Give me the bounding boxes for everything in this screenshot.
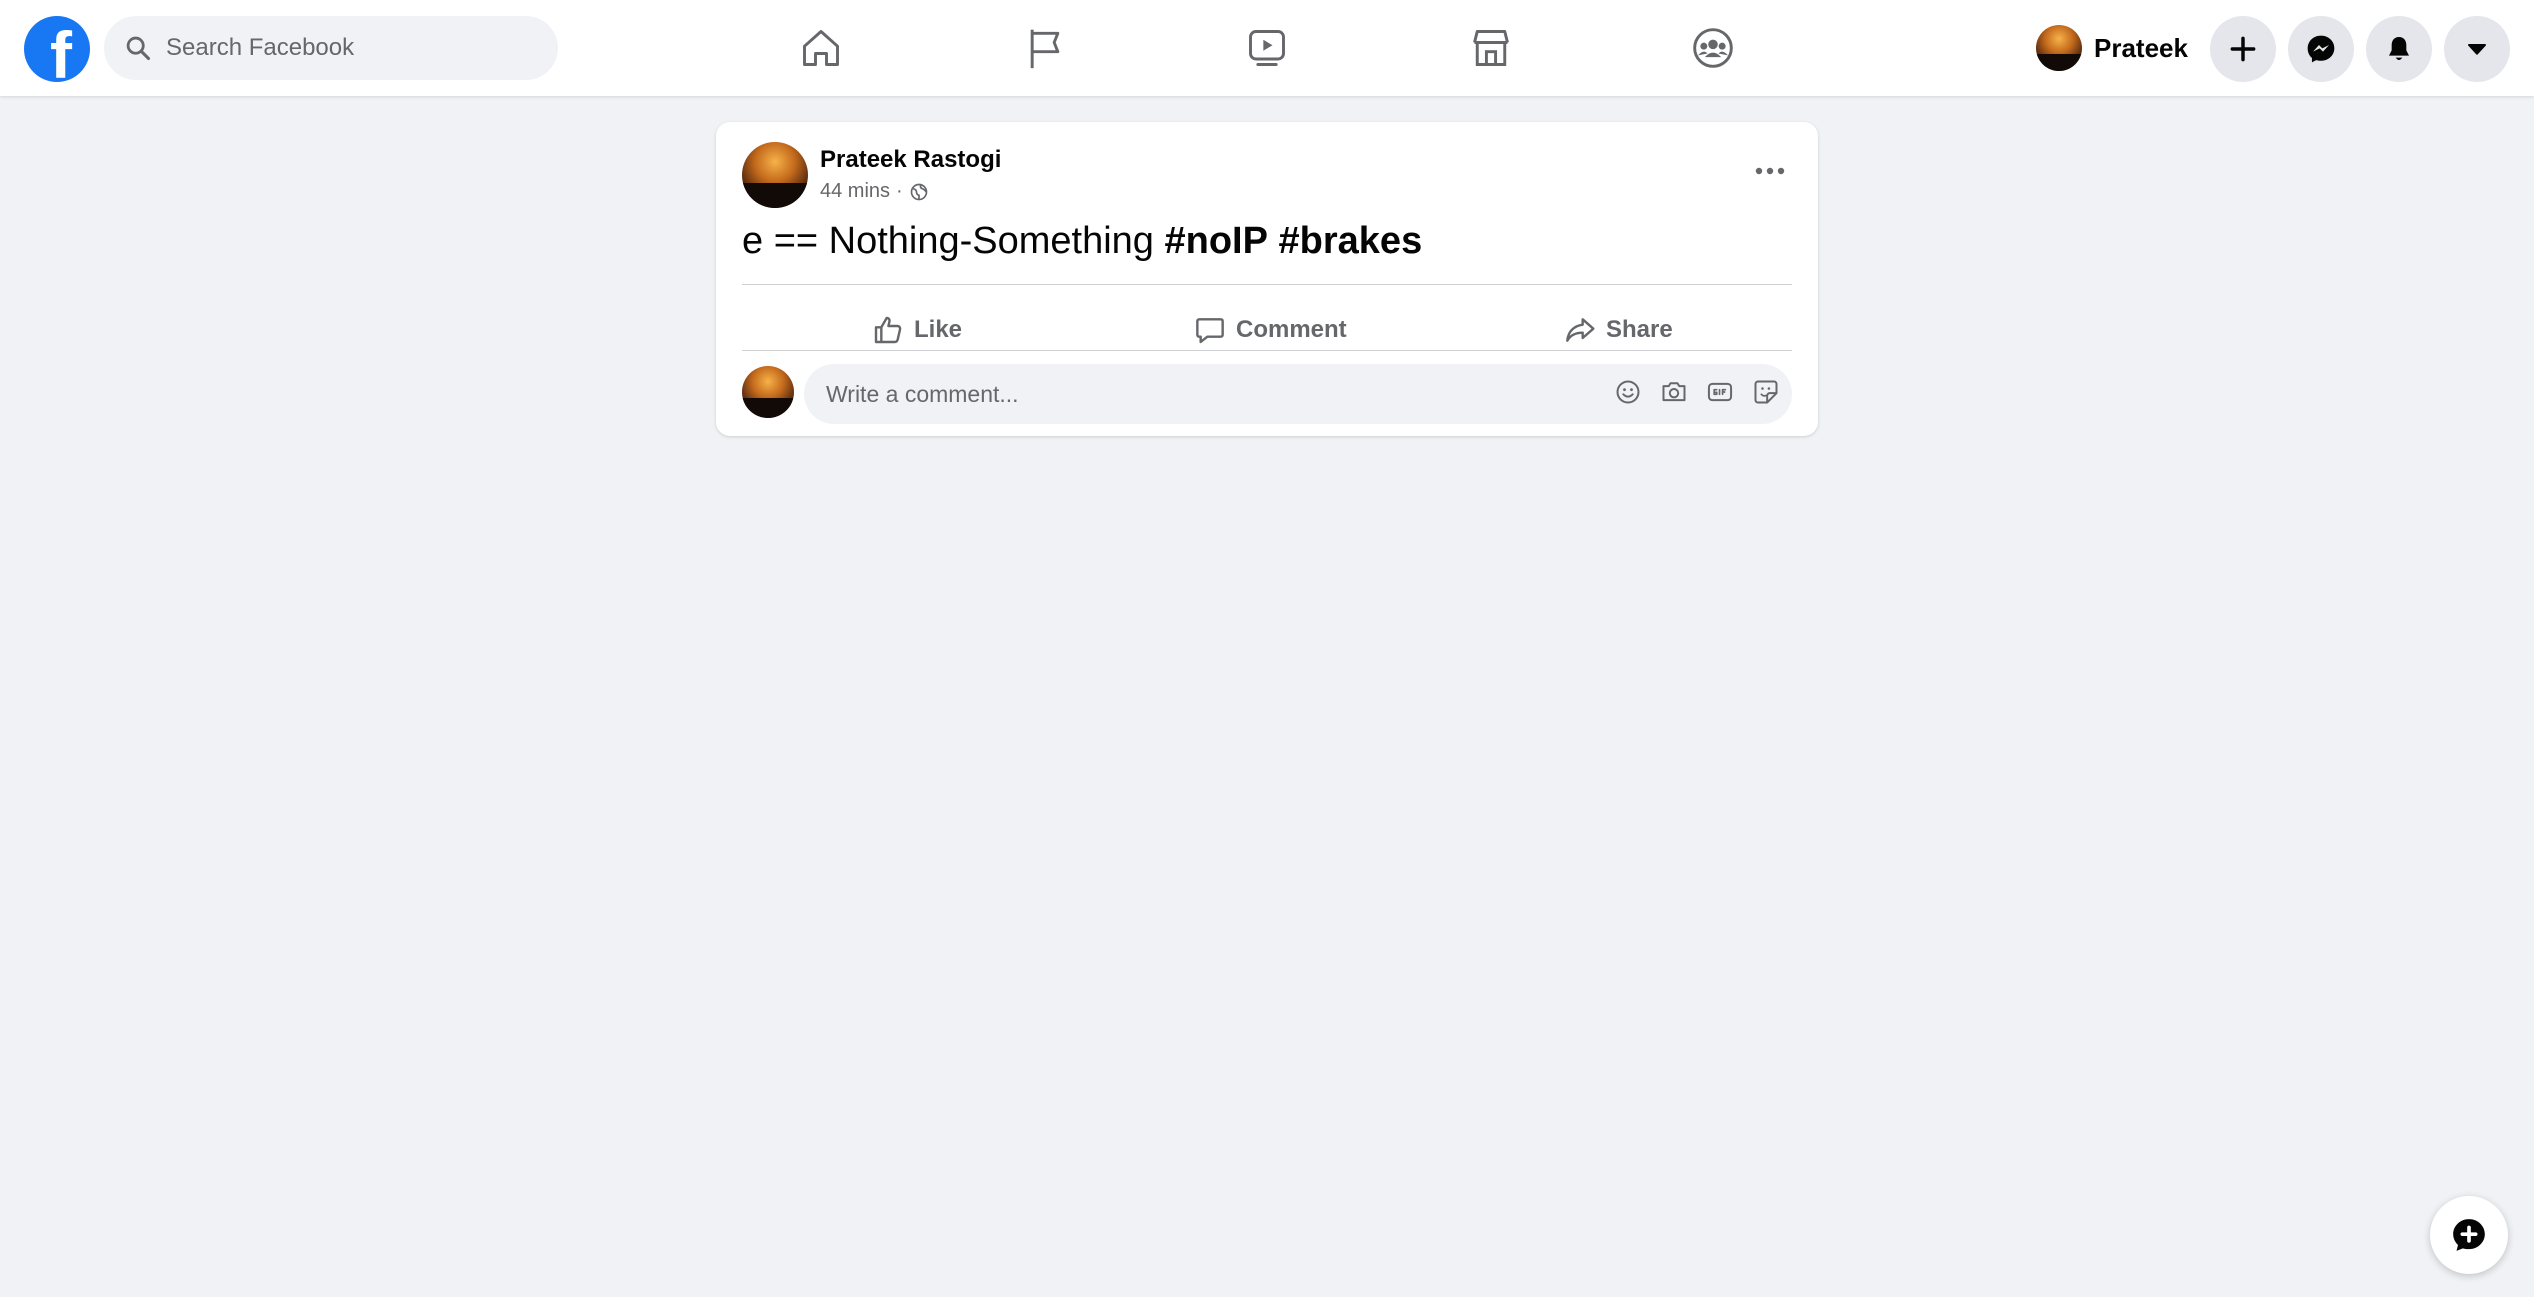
avatar xyxy=(2036,25,2082,71)
meta-separator: · xyxy=(896,180,903,202)
messenger-button[interactable] xyxy=(2288,16,2354,82)
sticker-button[interactable] xyxy=(1750,376,1782,408)
search-bar[interactable] xyxy=(104,16,558,80)
emoji-button[interactable] xyxy=(1612,376,1644,408)
post-card: Prateek Rastogi 44 mins · e == Nothing-S… xyxy=(716,122,1818,436)
sticker-icon xyxy=(1754,380,1778,404)
notifications-button[interactable] xyxy=(2366,16,2432,82)
profile-name: Prateek xyxy=(2094,32,2188,63)
nav-tab-marketplace[interactable] xyxy=(1436,18,1546,78)
post-timestamp[interactable]: 44 mins xyxy=(820,180,890,203)
nav-tab-home[interactable] xyxy=(766,18,876,78)
like-button[interactable]: Like xyxy=(872,300,962,360)
marketplace-icon xyxy=(1473,30,1509,66)
hashtag-link[interactable]: #brakes xyxy=(1279,220,1423,262)
nav-tab-pages[interactable] xyxy=(990,18,1100,78)
globe-icon xyxy=(910,183,928,200)
profile-shortcut[interactable]: Prateek xyxy=(2036,22,2188,74)
share-button[interactable]: Share xyxy=(1564,300,1673,360)
nav-tab-watch[interactable] xyxy=(1212,18,1322,78)
flag-icon xyxy=(1030,29,1060,69)
comment-icon xyxy=(1196,318,1224,344)
like-label: Like xyxy=(914,316,963,343)
camera-icon xyxy=(1662,382,1686,402)
messenger-icon xyxy=(2307,35,2335,63)
author-avatar[interactable] xyxy=(742,142,808,208)
more-options-icon xyxy=(1755,167,1785,175)
post-author[interactable]: Prateek Rastogi xyxy=(820,146,1001,174)
chevron-down-icon xyxy=(2468,44,2486,55)
post-meta: 44 mins · xyxy=(820,180,929,203)
share-icon xyxy=(1566,318,1595,342)
home-icon xyxy=(803,30,839,66)
facebook-logo[interactable]: f xyxy=(24,16,90,82)
search-icon xyxy=(126,36,151,61)
create-icon xyxy=(2230,36,2256,62)
new-message-icon xyxy=(2453,1219,2485,1251)
comment-tools xyxy=(1612,376,1782,408)
post-options-button[interactable] xyxy=(1742,146,1798,196)
watch-icon xyxy=(1249,30,1285,66)
post-text-plain: e == Nothing-Something xyxy=(742,220,1165,262)
post-text: e == Nothing-Something #noIP #brakes xyxy=(742,220,1422,263)
share-label: Share xyxy=(1606,316,1673,343)
commenter-avatar[interactable] xyxy=(742,366,794,418)
notifications-icon xyxy=(2389,37,2409,60)
comment-input[interactable] xyxy=(824,379,1568,409)
account-menu-button[interactable] xyxy=(2444,16,2510,82)
emoji-icon xyxy=(1616,380,1640,404)
divider xyxy=(742,350,1792,351)
groups-icon xyxy=(1693,28,1733,68)
comment-button[interactable]: Comment xyxy=(1194,300,1347,360)
nav-tab-groups[interactable] xyxy=(1658,18,1768,78)
comment-label: Comment xyxy=(1236,316,1347,343)
camera-button[interactable] xyxy=(1658,376,1690,408)
search-input[interactable] xyxy=(164,33,548,63)
create-button[interactable] xyxy=(2210,16,2276,82)
hashtag-link[interactable]: #noIP xyxy=(1165,220,1268,262)
comment-composer[interactable] xyxy=(804,364,1792,424)
new-message-button[interactable] xyxy=(2430,1196,2508,1274)
gif-button[interactable] xyxy=(1704,376,1736,408)
divider xyxy=(742,284,1792,285)
top-navigation-bar: f Prateek xyxy=(0,0,2534,96)
gif-icon xyxy=(1707,382,1733,402)
like-icon xyxy=(874,316,902,344)
